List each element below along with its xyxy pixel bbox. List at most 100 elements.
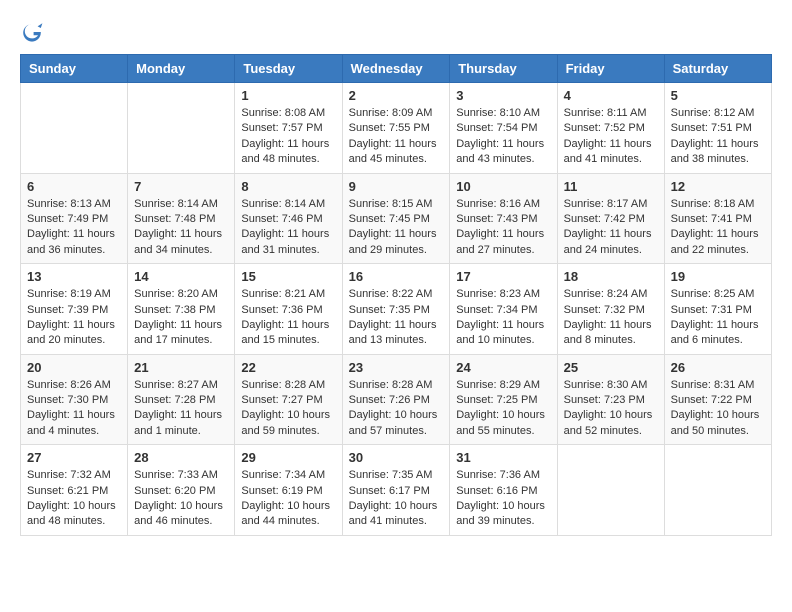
- day-cell: 3Sunrise: 8:10 AM Sunset: 7:54 PM Daylig…: [450, 83, 557, 174]
- day-number: 20: [27, 360, 121, 375]
- day-info: Sunrise: 7:34 AM Sunset: 6:19 PM Dayligh…: [241, 468, 335, 530]
- day-cell: 5 Sunrise: 8:12 AM Sunset: 7:51 PM Daylig…: [664, 83, 771, 174]
- day-info: Sunrise: 8:26 AM Sunset: 7:30 PM Dayligh…: [27, 378, 121, 440]
- day-cell: 17 Sunrise: 8:23 AM Sunset: 7:34 PM Dayli…: [450, 264, 557, 355]
- day-info: Sunrise: 8:14 AM Sunset: 7:48 PM Dayligh…: [134, 197, 228, 259]
- day-cell: [557, 445, 664, 536]
- day-cell: 26Sunrise: 8:31 AM Sunset: 7:22 PM Dayli…: [664, 354, 771, 445]
- day-number: 11: [564, 179, 658, 194]
- day-number: 22: [241, 360, 335, 375]
- day-number: 5: [671, 88, 765, 103]
- day-number: 1: [241, 88, 335, 103]
- day-number: 27: [27, 450, 121, 465]
- day-cell: 20 Sunrise: 8:26 AM Sunset: 7:30 PM Dayli…: [21, 354, 128, 445]
- day-cell: 11 Sunrise: 8:17 AM Sunset: 7:42 PM Dayli…: [557, 173, 664, 264]
- day-cell: 2 Sunrise: 8:09 AM Sunset: 7:55 PM Daylig…: [342, 83, 450, 174]
- day-cell: 19 Sunrise: 8:25 AM Sunset: 7:31 PM Dayli…: [664, 264, 771, 355]
- day-cell: 31Sunrise: 7:36 AM Sunset: 6:16 PM Dayli…: [450, 445, 557, 536]
- day-info: Sunrise: 8:19 AM Sunset: 7:39 PM Dayligh…: [27, 287, 121, 349]
- day-info: Sunrise: 8:08 AM Sunset: 7:57 PM Dayligh…: [241, 106, 335, 168]
- day-number: 2: [349, 88, 444, 103]
- day-cell: [128, 83, 235, 174]
- weekday-header-friday: Friday: [557, 55, 664, 83]
- week-row-3: 13 Sunrise: 8:19 AM Sunset: 7:39 PM Dayli…: [21, 264, 772, 355]
- weekday-header-wednesday: Wednesday: [342, 55, 450, 83]
- weekday-header-thursday: Thursday: [450, 55, 557, 83]
- day-info: Sunrise: 7:36 AM Sunset: 6:16 PM Dayligh…: [456, 468, 550, 530]
- day-info: Sunrise: 8:13 AM Sunset: 7:49 PM Dayligh…: [27, 197, 121, 259]
- day-number: 17: [456, 269, 550, 284]
- day-cell: 28Sunrise: 7:33 AM Sunset: 6:20 PM Dayli…: [128, 445, 235, 536]
- day-cell: 1 Sunrise: 8:08 AM Sunset: 7:57 PM Daylig…: [235, 83, 342, 174]
- day-info: Sunrise: 8:16 AM Sunset: 7:43 PM Dayligh…: [456, 197, 550, 259]
- day-info: Sunrise: 7:35 AM Sunset: 6:17 PM Dayligh…: [349, 468, 444, 530]
- day-cell: 22 Sunrise: 8:28 AM Sunset: 7:27 PM Dayli…: [235, 354, 342, 445]
- day-cell: 8 Sunrise: 8:14 AM Sunset: 7:46 PM Daylig…: [235, 173, 342, 264]
- day-info: Sunrise: 8:20 AM Sunset: 7:38 PM Dayligh…: [134, 287, 228, 349]
- day-cell: 30 Sunrise: 7:35 AM Sunset: 6:17 PM Dayli…: [342, 445, 450, 536]
- day-info: Sunrise: 8:28 AM Sunset: 7:27 PM Dayligh…: [241, 378, 335, 440]
- day-info: Sunrise: 8:11 AM Sunset: 7:52 PM Dayligh…: [564, 106, 658, 168]
- weekday-header-row: SundayMondayTuesdayWednesdayThursdayFrid…: [21, 55, 772, 83]
- calendar: SundayMondayTuesdayWednesdayThursdayFrid…: [20, 54, 772, 536]
- day-cell: 9Sunrise: 8:15 AM Sunset: 7:45 PM Daylig…: [342, 173, 450, 264]
- day-number: 24: [456, 360, 550, 375]
- day-info: Sunrise: 8:30 AM Sunset: 7:23 PM Dayligh…: [564, 378, 658, 440]
- week-row-2: 6 Sunrise: 8:13 AM Sunset: 7:49 PM Daylig…: [21, 173, 772, 264]
- day-number: 18: [564, 269, 658, 284]
- week-row-5: 27 Sunrise: 7:32 AM Sunset: 6:21 PM Dayli…: [21, 445, 772, 536]
- day-cell: 14 Sunrise: 8:20 AM Sunset: 7:38 PM Dayli…: [128, 264, 235, 355]
- weekday-header-sunday: Sunday: [21, 55, 128, 83]
- day-info: Sunrise: 8:10 AM Sunset: 7:54 PM Dayligh…: [456, 106, 550, 168]
- day-info: Sunrise: 7:32 AM Sunset: 6:21 PM Dayligh…: [27, 468, 121, 530]
- day-cell: 13 Sunrise: 8:19 AM Sunset: 7:39 PM Dayli…: [21, 264, 128, 355]
- day-info: Sunrise: 8:21 AM Sunset: 7:36 PM Dayligh…: [241, 287, 335, 349]
- weekday-header-tuesday: Tuesday: [235, 55, 342, 83]
- logo: [20, 20, 48, 44]
- week-row-1: 1 Sunrise: 8:08 AM Sunset: 7:57 PM Daylig…: [21, 83, 772, 174]
- day-info: Sunrise: 8:28 AM Sunset: 7:26 PM Dayligh…: [349, 378, 444, 440]
- day-info: Sunrise: 8:22 AM Sunset: 7:35 PM Dayligh…: [349, 287, 444, 349]
- day-info: Sunrise: 8:23 AM Sunset: 7:34 PM Dayligh…: [456, 287, 550, 349]
- day-number: 29: [241, 450, 335, 465]
- day-info: Sunrise: 8:09 AM Sunset: 7:55 PM Dayligh…: [349, 106, 444, 168]
- day-number: 4: [564, 88, 658, 103]
- day-cell: 15 Sunrise: 8:21 AM Sunset: 7:36 PM Dayli…: [235, 264, 342, 355]
- generalblue-logo-icon: [20, 20, 44, 44]
- day-info: Sunrise: 8:14 AM Sunset: 7:46 PM Dayligh…: [241, 197, 335, 259]
- day-info: Sunrise: 8:17 AM Sunset: 7:42 PM Dayligh…: [564, 197, 658, 259]
- weekday-header-monday: Monday: [128, 55, 235, 83]
- day-cell: 27 Sunrise: 7:32 AM Sunset: 6:21 PM Dayli…: [21, 445, 128, 536]
- week-row-4: 20 Sunrise: 8:26 AM Sunset: 7:30 PM Dayli…: [21, 354, 772, 445]
- day-number: 30: [349, 450, 444, 465]
- day-cell: 16 Sunrise: 8:22 AM Sunset: 7:35 PM Dayli…: [342, 264, 450, 355]
- weekday-header-saturday: Saturday: [664, 55, 771, 83]
- day-number: 16: [349, 269, 444, 284]
- day-cell: 6 Sunrise: 8:13 AM Sunset: 7:49 PM Daylig…: [21, 173, 128, 264]
- day-info: Sunrise: 8:29 AM Sunset: 7:25 PM Dayligh…: [456, 378, 550, 440]
- day-cell: 4 Sunrise: 8:11 AM Sunset: 7:52 PM Daylig…: [557, 83, 664, 174]
- day-cell: [21, 83, 128, 174]
- day-info: Sunrise: 8:12 AM Sunset: 7:51 PM Dayligh…: [671, 106, 765, 168]
- day-number: 14: [134, 269, 228, 284]
- day-number: 25: [564, 360, 658, 375]
- day-number: 6: [27, 179, 121, 194]
- day-info: Sunrise: 7:33 AM Sunset: 6:20 PM Dayligh…: [134, 468, 228, 530]
- day-info: Sunrise: 8:27 AM Sunset: 7:28 PM Dayligh…: [134, 378, 228, 440]
- day-number: 8: [241, 179, 335, 194]
- day-number: 15: [241, 269, 335, 284]
- day-number: 13: [27, 269, 121, 284]
- day-cell: 25 Sunrise: 8:30 AM Sunset: 7:23 PM Dayli…: [557, 354, 664, 445]
- day-info: Sunrise: 8:25 AM Sunset: 7:31 PM Dayligh…: [671, 287, 765, 349]
- day-cell: 18 Sunrise: 8:24 AM Sunset: 7:32 PM Dayli…: [557, 264, 664, 355]
- day-number: 10: [456, 179, 550, 194]
- day-number: 19: [671, 269, 765, 284]
- day-cell: 23 Sunrise: 8:28 AM Sunset: 7:26 PM Dayli…: [342, 354, 450, 445]
- day-cell: 24 Sunrise: 8:29 AM Sunset: 7:25 PM Dayli…: [450, 354, 557, 445]
- day-number: 23: [349, 360, 444, 375]
- day-cell: 7Sunrise: 8:14 AM Sunset: 7:48 PM Daylig…: [128, 173, 235, 264]
- day-cell: [664, 445, 771, 536]
- day-info: Sunrise: 8:24 AM Sunset: 7:32 PM Dayligh…: [564, 287, 658, 349]
- day-number: 21: [134, 360, 228, 375]
- day-number: 26: [671, 360, 765, 375]
